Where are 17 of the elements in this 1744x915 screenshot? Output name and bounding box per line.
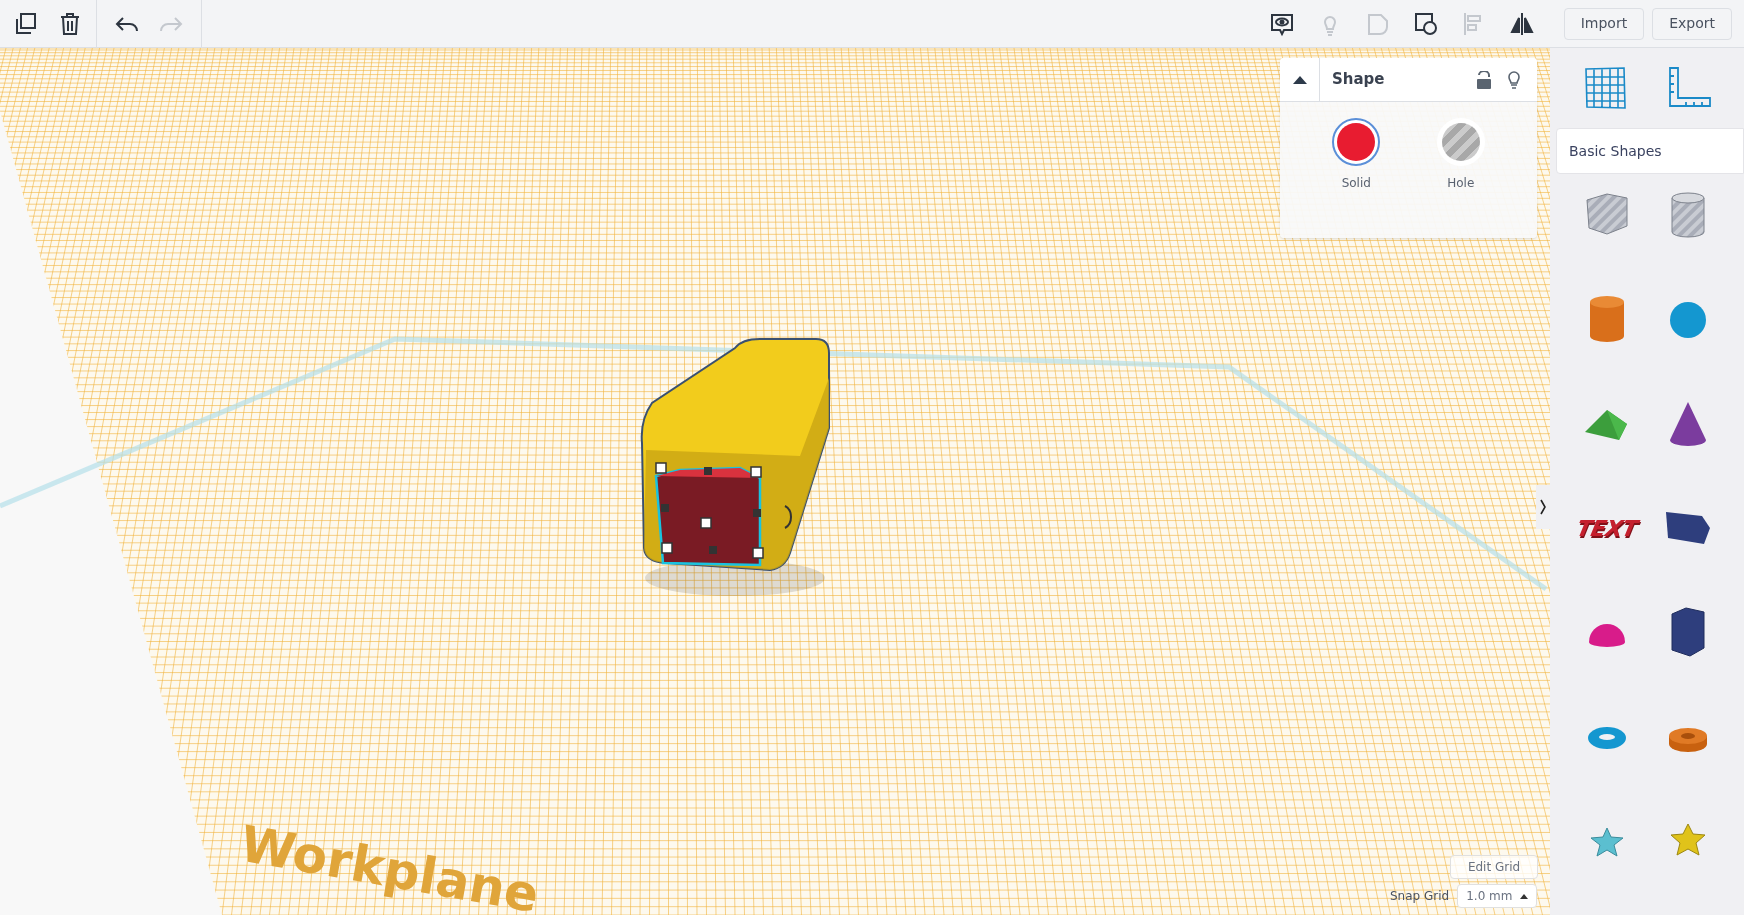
text-shape-icon[interactable]: TEXT xyxy=(1573,511,1640,545)
sidebar-toggle[interactable] xyxy=(1536,485,1550,529)
caret-up-icon xyxy=(1520,893,1529,899)
import-button[interactable]: Import xyxy=(1563,7,1645,40)
edit-grid-button[interactable]: Edit Grid xyxy=(1450,855,1538,879)
lightbulb-icon[interactable] xyxy=(1507,69,1521,90)
panel-title: Shape xyxy=(1332,69,1386,91)
selected-shape-drawing[interactable] xyxy=(640,338,830,596)
unlocked-padlock-icon[interactable] xyxy=(1477,70,1491,89)
caret-up-icon xyxy=(1292,75,1307,84)
ruler-icon[interactable] xyxy=(1667,66,1712,110)
export-button[interactable]: Export xyxy=(1652,7,1732,40)
grid-icon[interactable] xyxy=(1582,66,1627,110)
snap-grid-dropdown[interactable]: 1.0 mm xyxy=(1457,884,1538,908)
shape-category-dropdown[interactable]: Basic Shapes xyxy=(1556,128,1744,174)
chevron-right-icon xyxy=(1540,499,1546,515)
snap-grid-label: Snap Grid xyxy=(1390,888,1450,905)
